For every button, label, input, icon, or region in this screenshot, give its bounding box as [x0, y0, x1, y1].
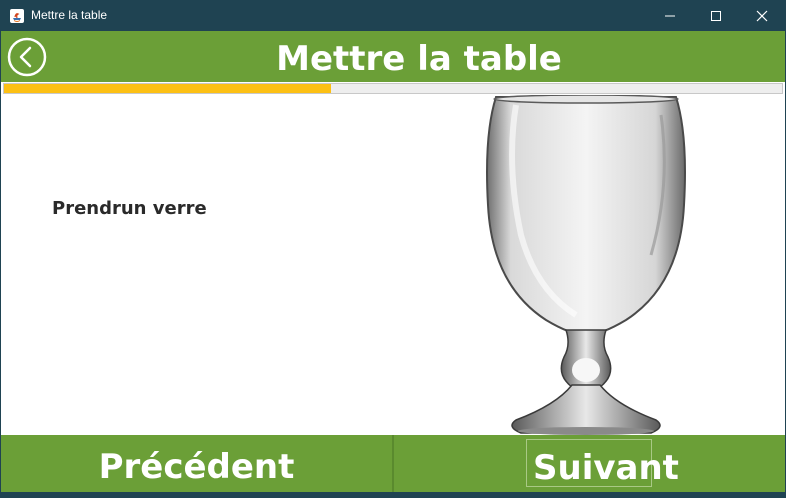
content-area: Prendrun verre [1, 95, 785, 435]
previous-button[interactable]: Précédent [1, 435, 392, 492]
close-icon [756, 10, 768, 21]
footer-bar: Précédent Suivant [1, 435, 785, 492]
glass-image [486, 95, 686, 435]
java-app-icon [9, 8, 25, 24]
next-button[interactable]: Suivant [526, 439, 679, 488]
close-button[interactable] [739, 0, 785, 31]
window-title: Mettre la table [31, 8, 108, 22]
footer-divider [392, 435, 394, 492]
title-bar: Mettre la table [1, 0, 785, 31]
minimize-icon [665, 15, 675, 16]
app-window: Mettre la table Mettre la table Prendrun… [1, 0, 785, 492]
maximize-button[interactable] [693, 0, 739, 31]
page-title: Mettre la table [276, 39, 562, 79]
header-bar: Mettre la table [1, 31, 785, 82]
progress-fill [4, 84, 331, 93]
maximize-icon [711, 10, 721, 21]
progress-bar [3, 83, 783, 94]
minimize-button[interactable] [647, 0, 693, 31]
instruction-text: Prendrun verre [52, 198, 207, 219]
